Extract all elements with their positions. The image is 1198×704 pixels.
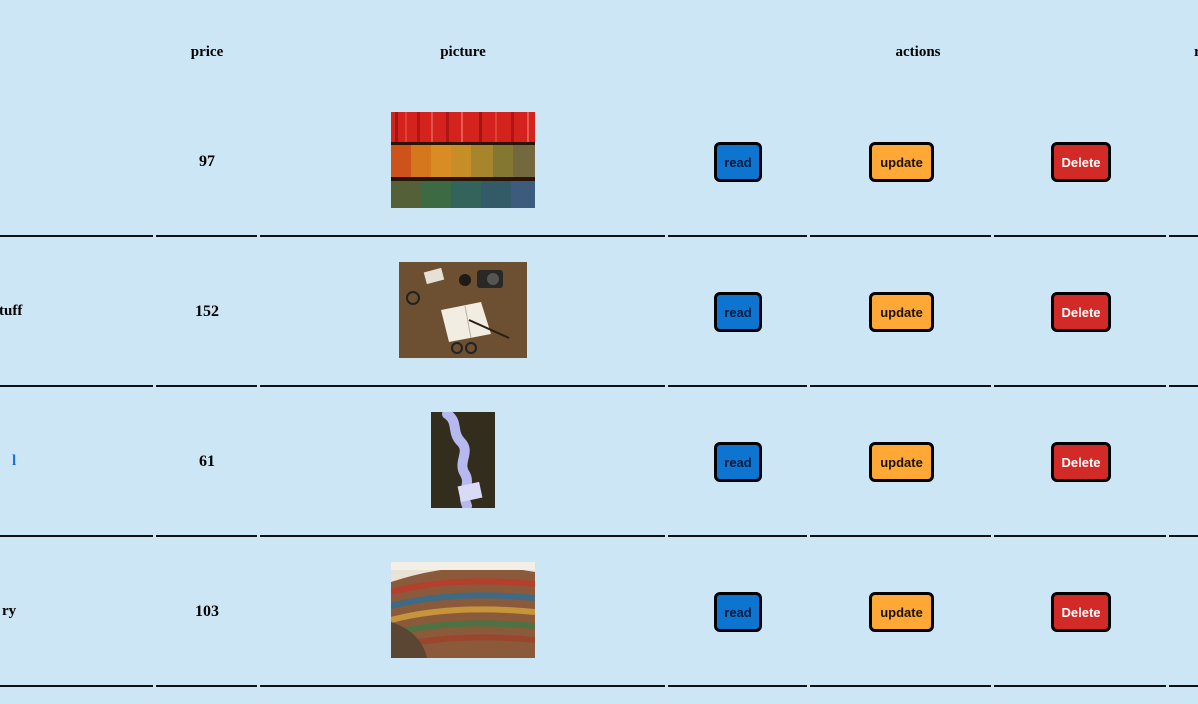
delete-button[interactable]: Delete — [1051, 592, 1111, 632]
delete-button[interactable]: Delete — [1051, 142, 1111, 182]
price-cell: 103 — [195, 603, 219, 620]
read-button[interactable]: read — [714, 442, 762, 482]
delete-button[interactable]: Delete — [1051, 292, 1111, 332]
read-button[interactable]: read — [714, 592, 762, 632]
table-row: ry 103 read update Delete — [0, 537, 1198, 687]
update-button[interactable]: update — [869, 592, 934, 632]
price-cell: 61 — [199, 453, 215, 470]
update-button[interactable]: update — [869, 292, 934, 332]
column-header-actions: actions — [895, 44, 941, 60]
price-cell: 152 — [195, 303, 219, 320]
title-cell: ry — [2, 603, 17, 619]
update-button[interactable]: update — [869, 442, 934, 482]
title-cell: l — [12, 453, 17, 469]
read-button[interactable]: read — [714, 142, 762, 182]
bookshelf-photo-image — [391, 112, 535, 208]
book-picture — [399, 262, 527, 358]
book-picture — [391, 562, 535, 658]
read-button[interactable]: read — [714, 292, 762, 332]
price-cell: 97 — [199, 153, 215, 170]
desk-items-photo-image — [399, 262, 527, 358]
update-button[interactable]: update — [869, 142, 934, 182]
books-table: price picture actions r 97 read update D… — [0, 0, 1198, 704]
table-row: l 61 read update Delete — [0, 387, 1198, 537]
paper-path-photo-image — [431, 412, 495, 508]
table-row: tuff 152 read update Delete — [0, 237, 1198, 387]
book-picture — [391, 112, 535, 208]
column-header-picture: picture — [440, 44, 486, 60]
delete-button[interactable]: Delete — [1051, 442, 1111, 482]
library-photo-image — [391, 562, 535, 658]
column-header-partial: r — [1194, 44, 1198, 60]
table-row: 97 read update Delete — [0, 87, 1198, 237]
book-picture — [431, 412, 495, 508]
column-header-price: price — [190, 44, 224, 60]
title-cell — [0, 153, 150, 170]
title-cell: tuff — [0, 303, 23, 319]
